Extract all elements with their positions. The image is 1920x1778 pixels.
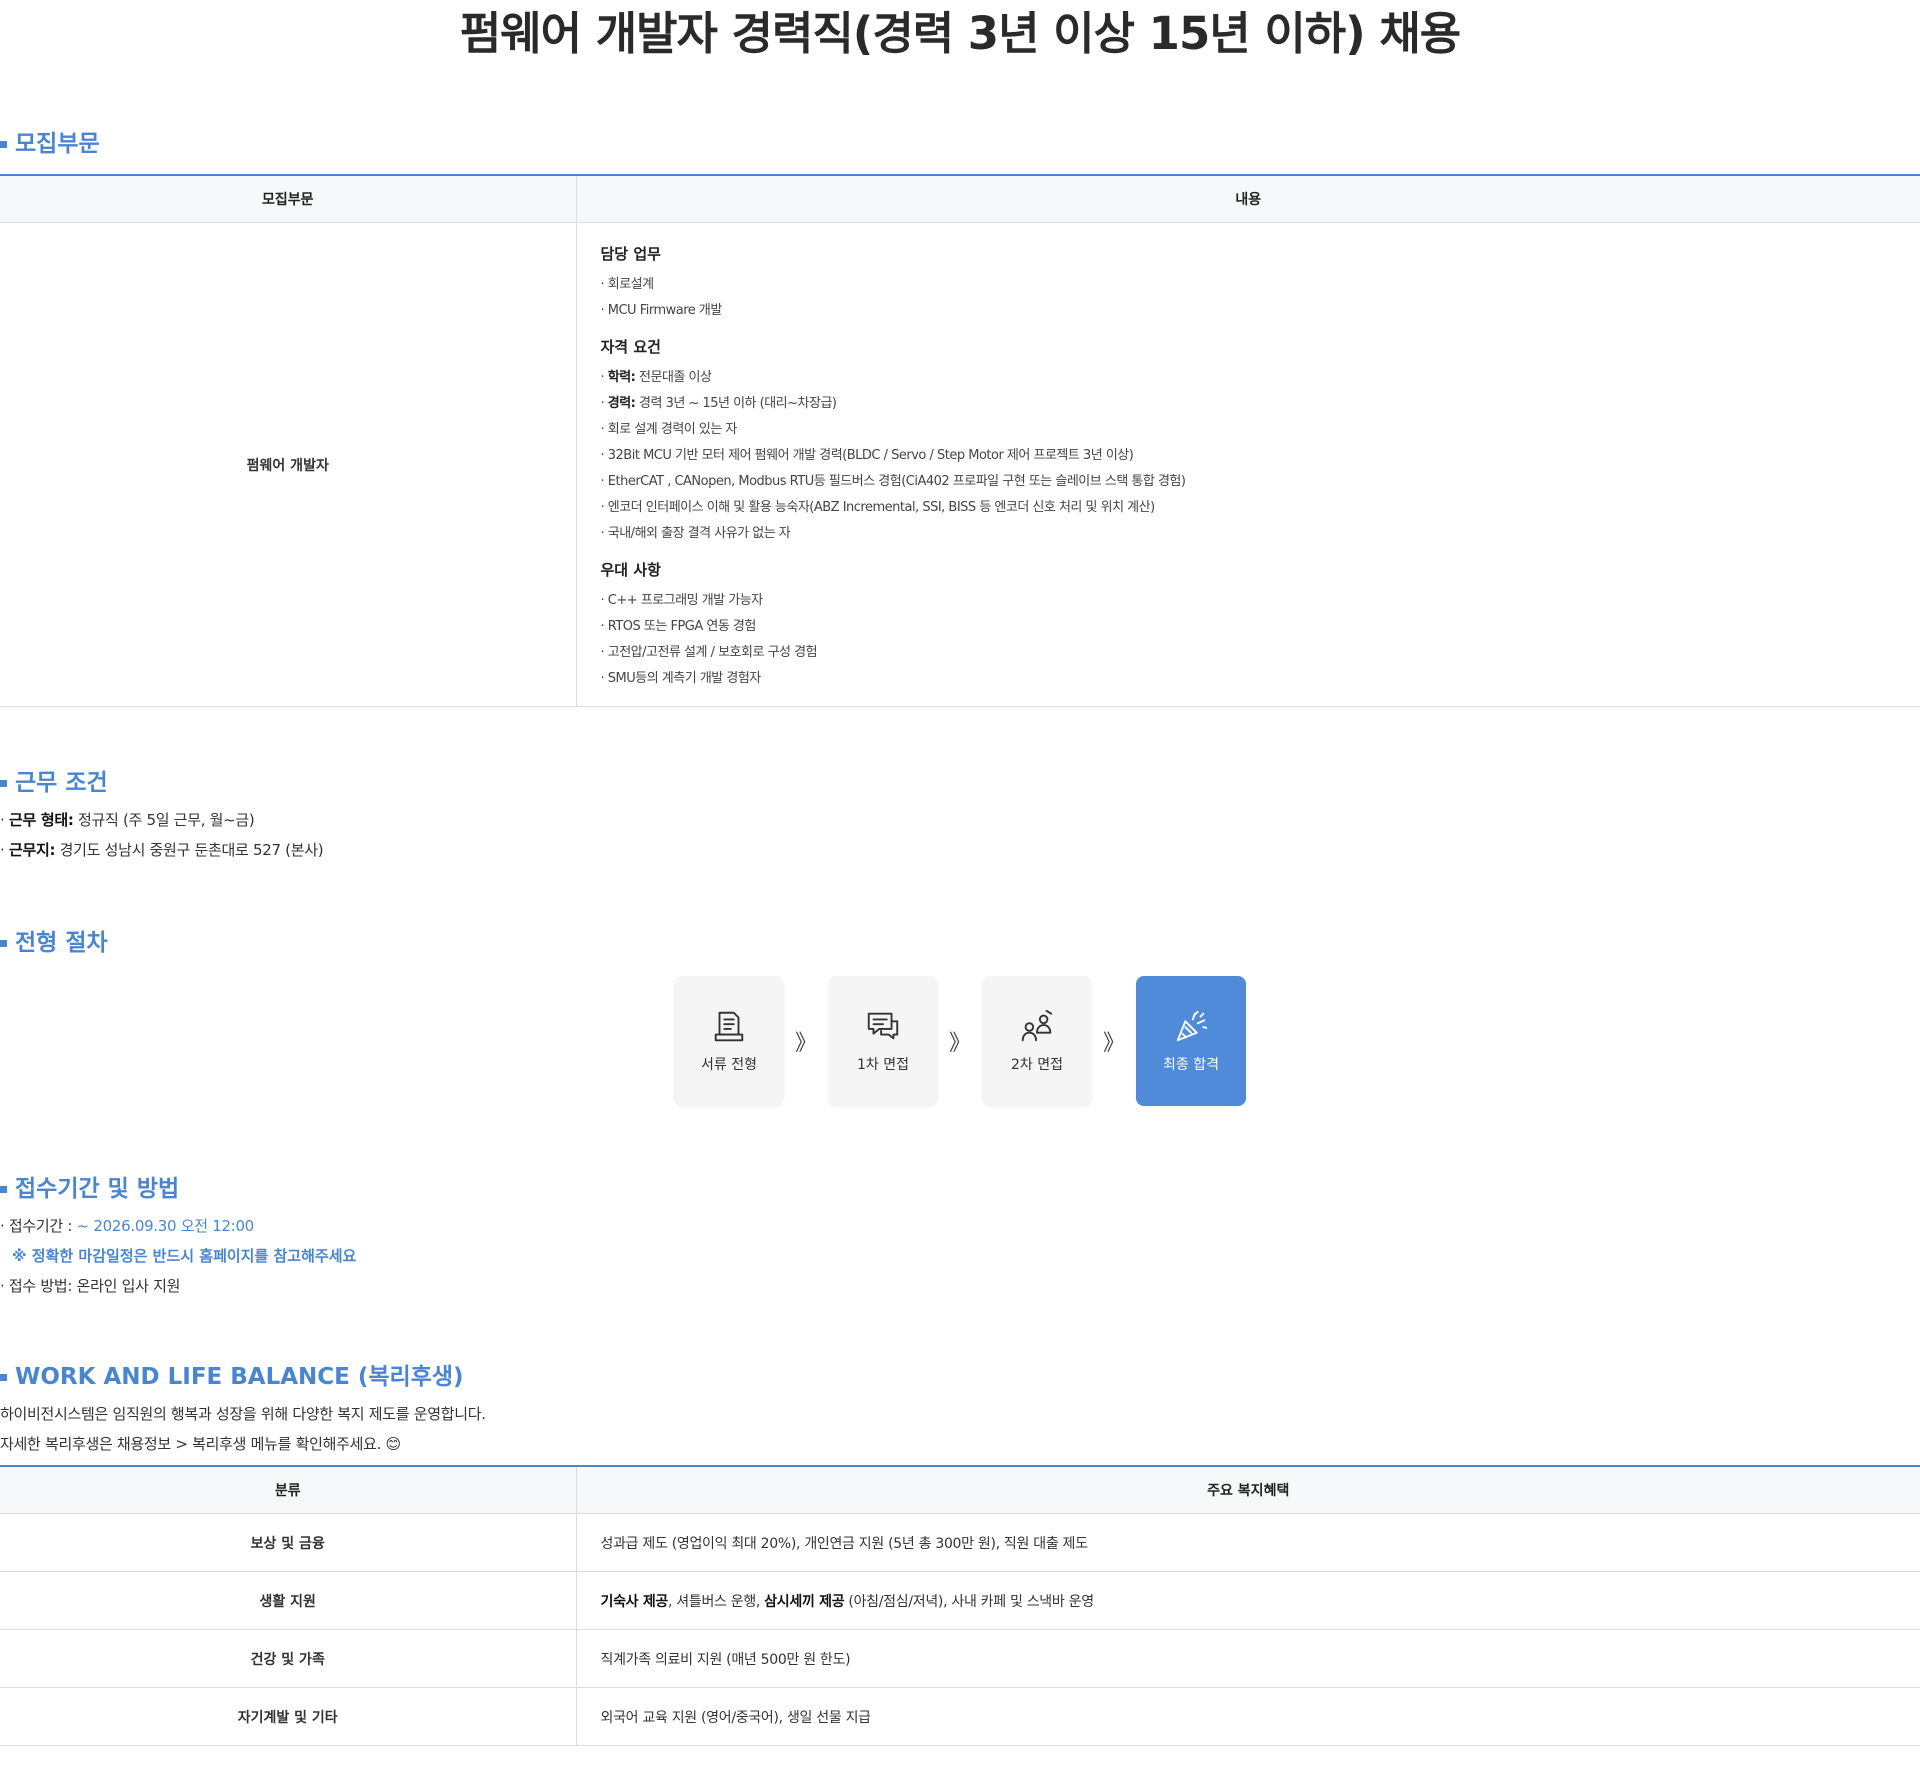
step-document-screening: 서류 전형: [674, 976, 784, 1106]
requirement-item: · 엔코더 인터페이스 이해 및 활용 능숙자(ABZ Incremental,…: [600, 500, 1156, 515]
recruit-content: 담당 업무 · 회로설계 · MCU Firmware 개발 자격 요건 · 학…: [575, 222, 1920, 707]
preference-item: · RTOS 또는 FPGA 연동 경험: [600, 619, 757, 634]
table-row: 자기계발 및 기타 외국어 교육 지원 (영어/중국어), 생일 선물 지급: [0, 1687, 1920, 1746]
work-place: · 근무지: 경기도 성남시 중원구 둔촌대로 527 (본사): [0, 841, 324, 859]
benefit-description: 기숙사 제공, 셔틀버스 운행, 삼시세끼 제공 (아침/점심/저녁), 사내 …: [575, 1571, 1920, 1630]
table-row: 보상 및 금융 성과급 제도 (영업이익 최대 20%), 개인연금 지원 (5…: [0, 1513, 1920, 1572]
bullet-square-icon: [0, 779, 7, 787]
document-icon: [714, 1011, 744, 1042]
benefit-description: 직계가족 의료비 지원 (매년 500만 원 한도): [575, 1629, 1920, 1688]
bullet-square-icon: [0, 939, 7, 947]
field-name: 펌웨어 개발자: [0, 222, 576, 707]
table-row: 생활 지원 기숙사 제공, 셔틀버스 운행, 삼시세끼 제공 (아침/점심/저녁…: [0, 1571, 1920, 1630]
preference-item: · 고전압/고전류 설계 / 보호회로 구성 경험: [600, 645, 818, 660]
table-row: 건강 및 가족 직계가족 의료비 지원 (매년 500만 원 한도): [0, 1629, 1920, 1688]
welfare-intro: 하이비전시스템은 임직원의 행복과 성장을 위해 다양한 복지 제도를 운영합니…: [0, 1405, 486, 1423]
bullet-square-icon: [0, 1373, 7, 1381]
requirement-item: · 회로 설계 경력이 있는 자: [600, 422, 738, 437]
requirements-title: 자격 요건: [600, 338, 661, 356]
apply-note: ※ 정확한 마감일정은 반드시 홈페이지를 참고해주세요: [12, 1247, 357, 1265]
step-second-interview: 2차 면접: [982, 976, 1092, 1106]
chat-icon: [867, 1012, 899, 1040]
duty-item: · MCU Firmware 개발: [600, 303, 723, 318]
requirement-item: · 국내/해외 출장 결격 사유가 없는 자: [600, 526, 791, 541]
requirement-item: · 32Bit MCU 기반 모터 제어 펌웨어 개발 경력(BLDC / Se…: [600, 448, 1134, 463]
duty-item: · 회로설계: [600, 277, 655, 292]
column-header-category: 분류: [0, 1465, 576, 1514]
job-posting-page: 펌웨어 개발자 경력직(경력 3년 이상 15년 이하) 채용 모집부문 모집부…: [0, 0, 1920, 1746]
requirement-item: · 경력: 경력 3년 ~ 15년 이하 (대리~차장급): [600, 396, 838, 411]
benefit-description: 성과급 제도 (영업이익 최대 20%), 개인연금 지원 (5년 총 300만…: [575, 1513, 1920, 1572]
step-label: 서류 전형: [701, 1057, 757, 1073]
welfare-table: 분류 주요 복지혜택 보상 및 금융 성과급 제도 (영업이익 최대 20%),…: [0, 1465, 1920, 1746]
recruit-table: 모집부문 내용 펌웨어 개발자 담당 업무 · 회로설계 · MCU Firmw…: [0, 174, 1920, 707]
celebration-icon: [1176, 1010, 1208, 1042]
bullet-square-icon: [0, 140, 7, 148]
bullet-square-icon: [0, 1185, 7, 1193]
apply-method: · 접수 방법: 온라인 입사 지원: [0, 1277, 181, 1295]
interview-icon: [1021, 1009, 1053, 1042]
column-header-content: 내용: [575, 174, 1920, 223]
section-heading-work: 근무 조건: [0, 765, 1920, 801]
section-heading-process: 전형 절차: [0, 925, 1920, 961]
section-heading-apply: 접수기간 및 방법: [0, 1171, 1920, 1207]
benefit-description: 외국어 교육 지원 (영어/중국어), 생일 선물 지급: [575, 1687, 1920, 1746]
section-heading-recruit: 모집부문: [0, 126, 1920, 162]
step-label: 1차 면접: [857, 1057, 909, 1073]
apply-period: · 접수기간 : ~ 2026.09.30 오전 12:00: [0, 1217, 254, 1235]
benefit-category: 보상 및 금융: [0, 1513, 576, 1572]
benefit-category: 자기계발 및 기타: [0, 1687, 576, 1746]
section-heading-welfare: WORK AND LIFE BALANCE (복리후생): [0, 1359, 1920, 1395]
requirement-item: · EtherCAT , CANopen, Modbus RTU등 필드버스 경…: [600, 474, 1186, 489]
work-type: · 근무 형태: 정규직 (주 5일 근무, 월~금): [0, 811, 255, 829]
chevron-right-icon: 》: [948, 1031, 971, 1056]
step-final-pass: 최종 합격: [1136, 976, 1246, 1106]
column-header-field: 모집부문: [0, 174, 576, 223]
column-header-benefit: 주요 복지혜택: [575, 1465, 1920, 1514]
step-label: 2차 면접: [1011, 1057, 1063, 1073]
requirement-item: · 학력: 전문대졸 이상: [600, 370, 712, 385]
step-first-interview: 1차 면접: [828, 976, 938, 1106]
page-title: 펌웨어 개발자 경력직(경력 3년 이상 15년 이하) 채용: [459, 7, 1461, 60]
welfare-intro: 자세한 복리후생은 채용정보 > 복리후생 메뉴를 확인해주세요. 😊: [0, 1435, 401, 1453]
duties-title: 담당 업무: [600, 245, 661, 263]
chevron-right-icon: 》: [794, 1031, 817, 1056]
benefit-category: 생활 지원: [0, 1571, 576, 1630]
process-steps: 서류 전형 》 1차 면접 》 2차 면접 》 최종 합격: [0, 975, 1920, 1107]
step-label: 최종 합격: [1163, 1057, 1219, 1073]
chevron-right-icon: 》: [1102, 1031, 1125, 1056]
preference-item: · SMU등의 계측기 개발 경험자: [600, 671, 762, 686]
preferences-title: 우대 사항: [600, 561, 661, 579]
preference-item: · C++ 프로그래밍 개발 가능자: [600, 593, 764, 608]
benefit-category: 건강 및 가족: [0, 1629, 576, 1688]
